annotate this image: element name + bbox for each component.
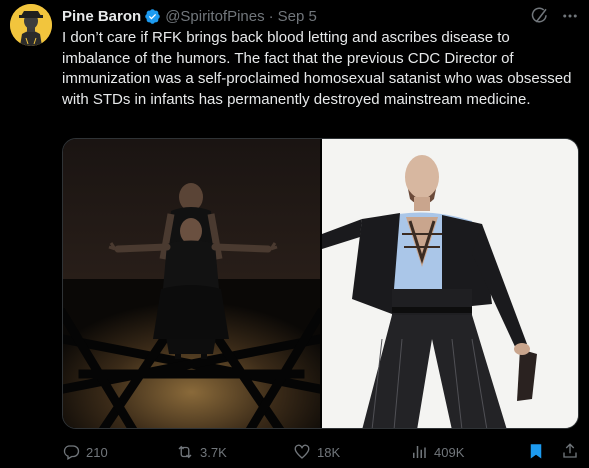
media-grid <box>62 138 579 429</box>
separator-dot: · <box>268 7 274 25</box>
header-actions <box>531 7 579 25</box>
author-name[interactable]: Pine Baron <box>62 8 141 25</box>
tweet-actions: 210 3.7K 18K 409K <box>62 440 579 464</box>
like-button[interactable]: 18K <box>293 443 410 461</box>
secondary-actions <box>527 442 579 463</box>
share-button[interactable] <box>561 442 579 463</box>
bookmark-icon <box>530 443 542 458</box>
repost-button[interactable]: 3.7K <box>176 443 293 461</box>
tweet-header: Pine Baron @SpiritofPines · Sep 5 <box>62 5 579 27</box>
views-icon <box>413 446 426 458</box>
repost-icon <box>178 445 192 459</box>
views-button[interactable]: 409K <box>410 443 510 461</box>
reply-icon <box>63 445 80 460</box>
tweet: Pine Baron @SpiritofPines · Sep 5 I don’… <box>0 0 589 468</box>
share-icon <box>563 442 577 458</box>
tweet-date[interactable]: Sep 5 <box>278 8 317 25</box>
bookmark-button[interactable] <box>527 442 545 463</box>
heart-icon <box>294 444 310 459</box>
media-image-left[interactable] <box>63 139 320 428</box>
avatar-image <box>10 4 52 46</box>
like-count: 18K <box>317 444 341 460</box>
verified-badge-icon <box>144 8 161 25</box>
reply-count: 210 <box>86 444 108 460</box>
more-icon[interactable] <box>561 7 579 25</box>
grok-icon[interactable] <box>531 7 549 25</box>
author-handle[interactable]: @SpiritofPines <box>165 8 264 25</box>
repost-count: 3.7K <box>200 444 227 460</box>
reply-button[interactable]: 210 <box>62 443 176 461</box>
views-count: 409K <box>434 444 465 460</box>
tweet-text: I don’t care if RFK brings back blood le… <box>62 29 572 108</box>
media-image-right[interactable] <box>322 139 578 428</box>
avatar[interactable] <box>10 4 52 46</box>
